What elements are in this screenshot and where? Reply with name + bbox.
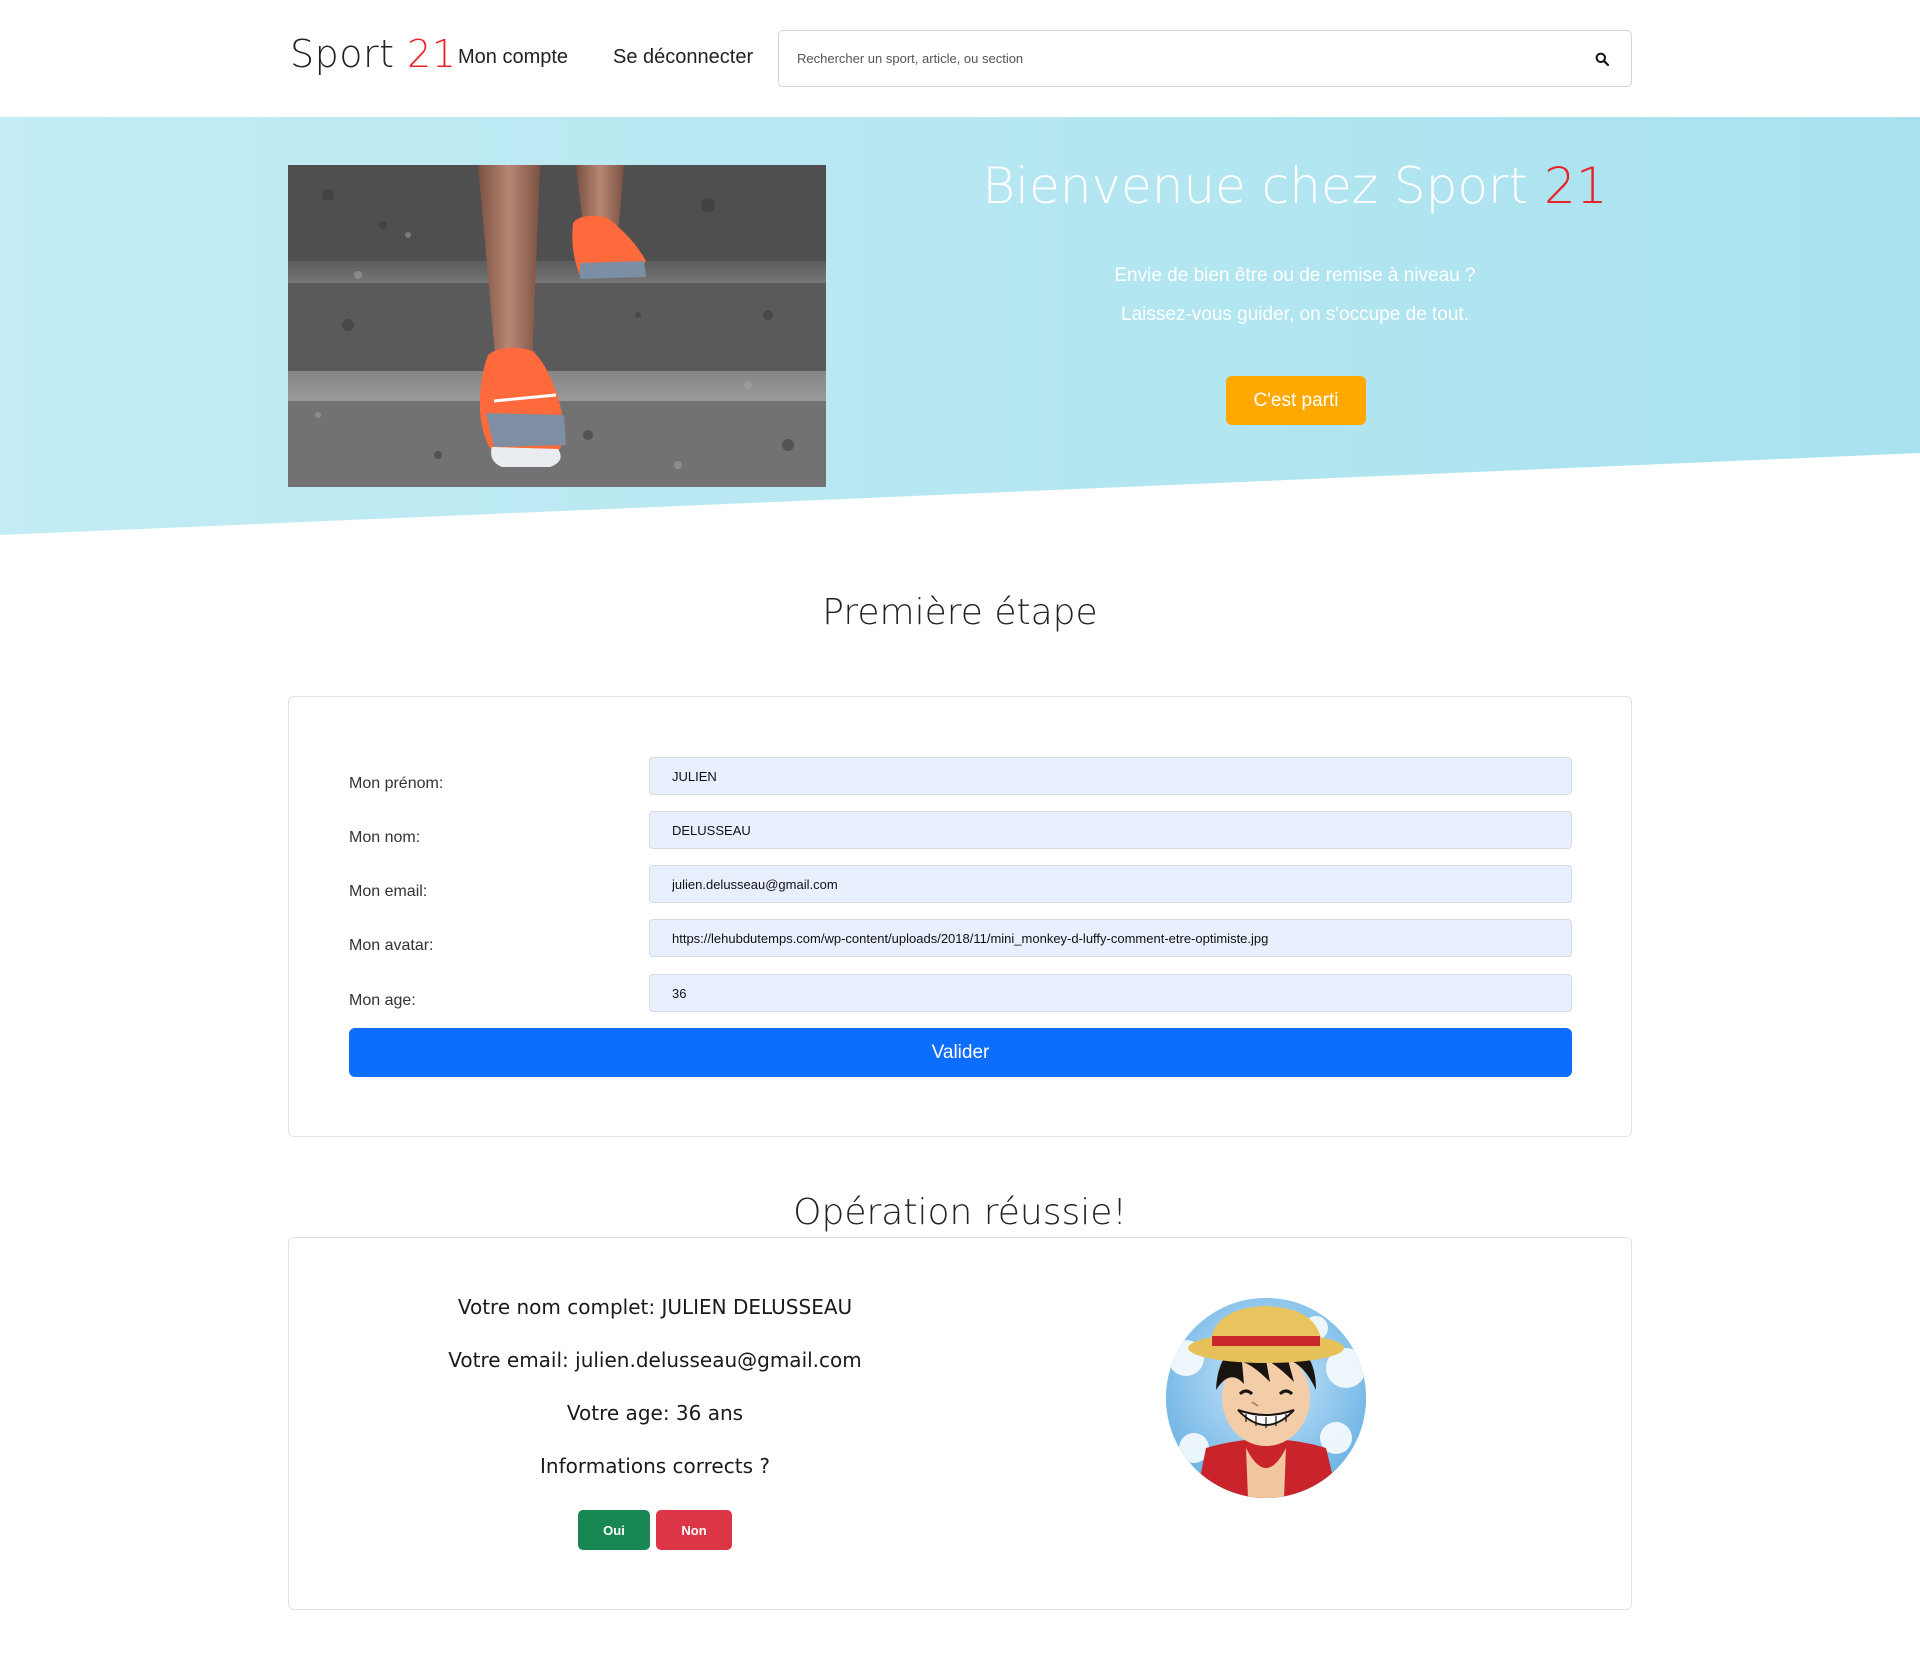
start-button[interactable]: C'est parti [1226,376,1366,425]
search-input[interactable] [797,31,1557,86]
form-row-email: Mon email: [349,865,1573,905]
avatar-label: Mon avatar: [349,937,434,954]
hero-tagline-1: Envie de bien être ou de remise à niveau… [1114,265,1476,286]
hero-title-number: 21 [1544,157,1608,215]
search-bar [778,30,1632,87]
confirm-no-button[interactable]: Non [656,1510,732,1550]
confirm-question: Informations corrects ? [540,1454,770,1478]
hero-title-text: Bienvenue chez Sport [982,157,1529,215]
email-field[interactable] [649,865,1572,903]
confirm-yes-button[interactable]: Oui [578,1510,650,1550]
search-icon[interactable] [1595,52,1609,66]
brand-name: Sport [290,32,395,76]
form-row-firstname: Mon prénom: [349,757,1573,797]
result-card: Votre nom complet: JULIEN DELUSSEAU Votr… [288,1237,1632,1610]
result-email: Votre email: julien.delusseau@gmail.com [448,1348,862,1372]
profile-form-card: Mon prénom: Mon nom: Mon email: Mon avat… [288,696,1632,1137]
result-age: Votre age: 36 ans [566,1401,744,1425]
hero-title: Bienvenue chez Sport 21 [900,157,1690,215]
brand-logo[interactable]: Sport 21 [290,32,456,76]
form-row-lastname: Mon nom: [349,811,1573,851]
age-label: Mon age: [349,992,416,1009]
hero-tagline-2: Laissez-vous guider, on s'occupe de tout… [1121,304,1469,325]
form-row-avatar: Mon avatar: [349,919,1573,959]
hero-image-running-shoes [288,165,826,487]
result-full-name: Votre nom complet: JULIEN DELUSSEAU [457,1295,853,1319]
lastname-field[interactable] [649,811,1572,849]
nav-link-account[interactable]: Mon compte [458,46,568,69]
firstname-label: Mon prénom: [349,775,444,792]
lastname-label: Mon nom: [349,829,421,846]
firstname-field[interactable] [649,757,1572,795]
result-section-title: Opération réussie! [793,1192,1127,1233]
hero-section: Bienvenue chez Sport 21 Envie de bien êt… [0,117,1920,537]
avatar [1166,1298,1366,1498]
navbar: Sport 21 Mon compte Se déconnecter [0,0,1920,117]
email-label: Mon email: [349,883,428,900]
avatar-url-field[interactable] [649,919,1572,957]
validate-button[interactable]: Valider [349,1028,1572,1077]
nav-link-logout[interactable]: Se déconnecter [613,46,753,69]
brand-number: 21 [407,32,457,76]
age-field[interactable] [649,974,1572,1012]
form-section-title: Première étape [822,592,1098,633]
form-row-age: Mon age: [349,974,1573,1014]
